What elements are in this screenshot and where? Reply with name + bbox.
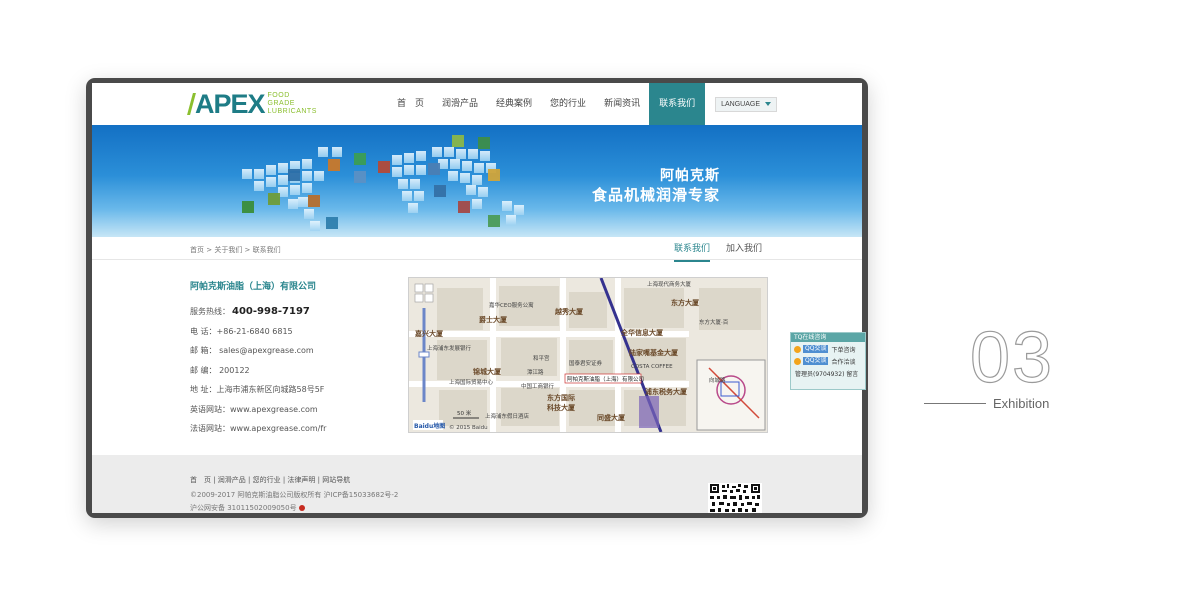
divider — [92, 259, 862, 260]
qq-chat-button[interactable]: QQ交谈 — [803, 345, 829, 353]
nav-item-home[interactable]: 首 页 — [388, 83, 433, 125]
svg-text:COSTA COFFEE: COSTA COFFEE — [631, 364, 673, 370]
qq-row-text: 下单咨询 — [831, 346, 856, 354]
svg-text:阿帕克斯油脂（上海）有限公司: 阿帕克斯油脂（上海）有限公司 — [567, 375, 644, 383]
svg-text:东方大厦: 东方大厦 — [671, 298, 700, 307]
svg-text:上海现代商务大厦: 上海现代商务大厦 — [647, 280, 692, 288]
banner-subtitle: 食品机械润滑专家 — [591, 186, 720, 204]
email-row[interactable]: 邮 箱： sales@apexgrease.com — [190, 341, 326, 361]
qq-penguin-icon — [794, 357, 801, 365]
svg-text:嘉兴大厦: 嘉兴大厦 — [414, 329, 444, 338]
qq-admin[interactable]: 管理员(9704932) 留言 — [795, 369, 865, 378]
footer-copyright: ©2009-2017 阿帕克斯油脂公司版权所有 沪ICP备15033682号-2 — [190, 491, 399, 499]
language-dropdown[interactable]: LANGUAGE — [715, 96, 777, 112]
qq-chat-button[interactable]: QQ交谈 — [803, 357, 829, 365]
hotline-label: 服务热线： — [190, 307, 230, 316]
website-screen: APEX FOOD GRADE LUBRICANTS 首 页 润滑产品 经典案例… — [92, 83, 862, 513]
logo-tagline-line: GRADE — [267, 100, 295, 107]
footer-links[interactable]: 首 页 | 润滑产品 | 您的行业 | 法律声明 | 网站导航 — [190, 475, 350, 485]
site-header: APEX FOOD GRADE LUBRICANTS 首 页 润滑产品 经典案例… — [92, 83, 862, 125]
site-footer: 首 页 | 润滑产品 | 您的行业 | 法律声明 | 网站导航 ©2009-20… — [92, 455, 862, 513]
french-site-link[interactable]: 法语网站：www.apexgrease.com/fr — [190, 419, 326, 439]
english-site-link[interactable]: 英语网站：www.apexgrease.com — [190, 400, 326, 420]
svg-text:同盛大厦: 同盛大厦 — [597, 413, 626, 422]
address-row: 地 址：上海市浦东新区向城路58号5F — [190, 385, 325, 394]
svg-text:爵士大厦: 爵士大厦 — [479, 315, 508, 324]
nav-item-industry[interactable]: 您的行业 — [541, 83, 595, 125]
qq-widget-title: TQ在线咨询 — [791, 333, 865, 342]
svg-text:中国工商银行: 中国工商银行 — [521, 382, 555, 390]
svg-text:全华信息大厦: 全华信息大厦 — [620, 328, 664, 337]
svg-text:50 米: 50 米 — [457, 409, 472, 417]
svg-text:东方国际: 东方国际 — [547, 393, 575, 402]
svg-text:陆家嘴基金大厦: 陆家嘴基金大厦 — [629, 348, 679, 357]
logo-tagline-line: FOOD — [267, 92, 290, 99]
svg-text:上海浦东假日酒店: 上海浦东假日酒店 — [485, 412, 530, 420]
icp-text: 沪公网安备 31011502009050号 — [190, 504, 297, 512]
logo-tagline-line: LUBRICANTS — [267, 108, 317, 115]
svg-text:嘉华CEO服务公寓: 嘉华CEO服务公寓 — [489, 301, 534, 309]
tel-row: 电 话：+86-21-6840 6815 — [190, 326, 293, 336]
nav-item-cases[interactable]: 经典案例 — [487, 83, 541, 125]
map-canvas: 上海现代商务大厦 嘉华CEO服务公寓 东方大厦 爵士大厦 越秀大厦 嘉兴大厦 全… — [409, 278, 767, 432]
svg-text:上海浦东发展银行: 上海浦东发展银行 — [427, 344, 472, 352]
qq-penguin-icon — [794, 345, 801, 353]
qq-row: QQ交谈 下单咨询 — [794, 344, 865, 354]
hotline-number: 400-998-7197 — [232, 306, 310, 317]
hero-banner: 阿帕克斯 食品机械润滑专家 — [92, 125, 862, 237]
main-nav: 首 页 润滑产品 经典案例 您的行业 新闻资讯 联系我们 LANGUAGE — [388, 83, 777, 125]
logo-word: APEX — [195, 89, 266, 119]
zip-row: 邮 编： 200122 — [190, 365, 250, 375]
footer-icp: 沪公网安备 31011502009050号 — [190, 503, 305, 513]
svg-text:科技大厦: 科技大厦 — [547, 403, 576, 412]
svg-text:上海国际贸易中心: 上海国际贸易中心 — [449, 378, 494, 386]
police-badge-icon — [298, 505, 305, 511]
svg-text:向城路: 向城路 — [709, 376, 726, 384]
qq-row: QQ交谈 合作洽谈 — [794, 356, 865, 366]
exhibition-label: Exhibition — [993, 396, 1050, 411]
company-name: 阿帕克斯油脂（上海）有限公司 — [190, 282, 317, 292]
apex-logo[interactable]: APEX FOOD GRADE LUBRICANTS — [187, 89, 317, 119]
logo-tagline: FOOD GRADE LUBRICANTS — [268, 91, 317, 117]
exhibition-divider — [924, 403, 986, 404]
breadcrumb[interactable]: 首页 > 关于我们 > 联系我们 — [190, 245, 281, 255]
svg-text:国泰君安证券: 国泰君安证券 — [569, 359, 603, 367]
nav-item-news[interactable]: 新闻资讯 — [595, 83, 649, 125]
svg-text:和平宫: 和平宫 — [533, 354, 550, 362]
svg-text:潭江路: 潭江路 — [527, 368, 544, 376]
chevron-down-icon — [765, 102, 771, 106]
qr-code-icon — [708, 483, 762, 513]
qq-chat-widget: TQ在线咨询 QQ交谈 下单咨询 QQ交谈 合作洽谈 管理员(9704932) … — [790, 332, 866, 390]
contact-info: 服务热线： 400-998-7197 电 话：+86-21-6840 6815 邮… — [190, 302, 326, 439]
exhibition-number: 03 — [969, 317, 1055, 398]
svg-text:东方大厦·百: 东方大厦·百 — [699, 318, 729, 326]
world-map-tiles-icon — [242, 135, 524, 231]
nav-item-products[interactable]: 润滑产品 — [433, 83, 487, 125]
nav-item-contact[interactable]: 联系我们 — [649, 83, 706, 125]
language-label: LANGUAGE — [721, 100, 760, 108]
browser-frame: APEX FOOD GRADE LUBRICANTS 首 页 润滑产品 经典案例… — [86, 78, 868, 518]
svg-text:越秀大厦: 越秀大厦 — [554, 307, 584, 316]
qq-row-text: 合作洽谈 — [831, 358, 856, 366]
svg-text:浦东税务大厦: 浦东税务大厦 — [645, 387, 688, 396]
location-map[interactable]: 上海现代商务大厦 嘉华CEO服务公寓 东方大厦 爵士大厦 越秀大厦 嘉兴大厦 全… — [408, 277, 768, 433]
hotline-row: 服务热线： 400-998-7197 — [190, 302, 326, 322]
svg-text:锦城大厦: 锦城大厦 — [473, 367, 502, 376]
svg-text:Baidu地图: Baidu地图 — [414, 422, 445, 430]
banner-title: 阿帕克斯 — [660, 168, 720, 184]
svg-text:© 2015 Baidu: © 2015 Baidu — [449, 424, 488, 431]
